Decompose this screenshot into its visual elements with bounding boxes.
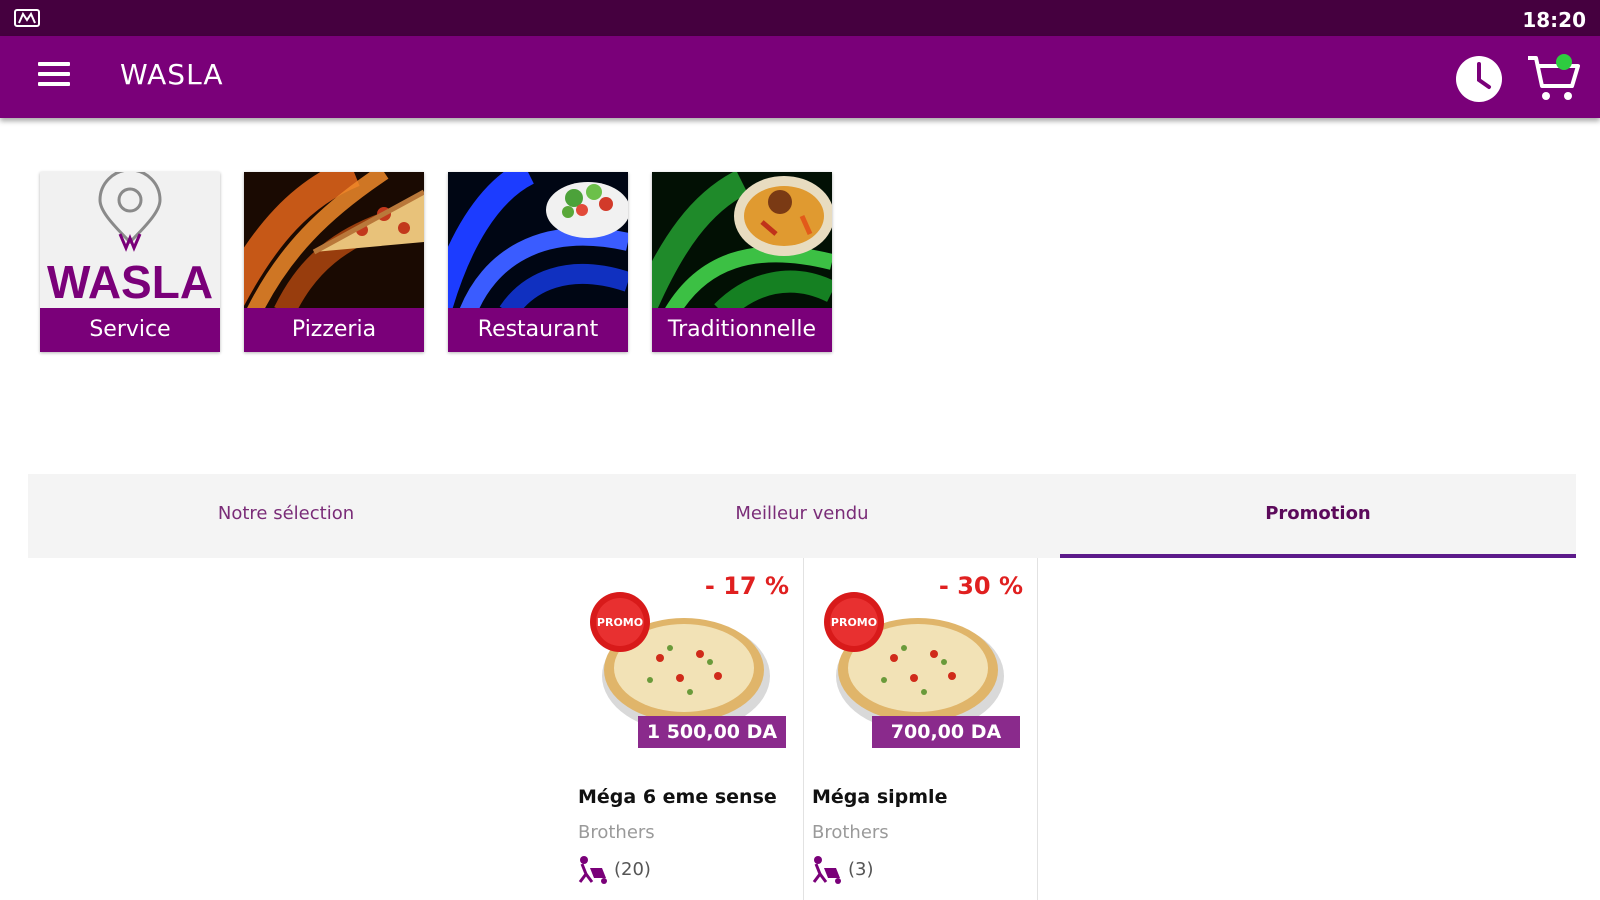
promo-badge-label: PROMO bbox=[831, 616, 877, 629]
product-brand: Brothers bbox=[812, 822, 889, 843]
status-bar: 18:20 bbox=[0, 0, 1600, 36]
menu-icon[interactable] bbox=[38, 62, 70, 92]
delivery-scooter-icon bbox=[578, 856, 607, 884]
category-service[interactable]: WASLA Service bbox=[40, 172, 220, 352]
salad-bowl-icon bbox=[448, 172, 628, 308]
delivery-scooter-icon bbox=[812, 856, 841, 884]
status-time: 18:20 bbox=[1522, 8, 1586, 32]
pizza-slice-icon bbox=[244, 172, 424, 308]
tab-bar: Notre sélection Meilleur vendu Promotion bbox=[28, 474, 1576, 558]
tab-meilleur-vendu[interactable]: Meilleur vendu bbox=[544, 474, 1060, 558]
review-count: (20) bbox=[614, 858, 651, 880]
delivery-info: (20) bbox=[576, 854, 651, 884]
product-brand: Brothers bbox=[578, 822, 655, 843]
promo-badge-icon: PROMO bbox=[824, 592, 884, 652]
price-tag: 700,00 DA bbox=[872, 716, 1020, 748]
tab-notre-selection[interactable]: Notre sélection bbox=[28, 474, 544, 558]
product-card[interactable]: PROMO - 30 % 700,00 DA Méga sipmle Broth… bbox=[804, 558, 1038, 900]
category-traditionnelle[interactable]: Traditionnelle bbox=[652, 172, 832, 352]
category-label: Pizzeria bbox=[244, 308, 424, 352]
tab-promotion[interactable]: Promotion bbox=[1060, 474, 1576, 558]
tajine-icon bbox=[652, 172, 832, 308]
review-count: (3) bbox=[848, 858, 874, 880]
clock-icon[interactable] bbox=[1454, 54, 1504, 104]
promo-badge-label: PROMO bbox=[597, 616, 643, 629]
app-bar: WASLA bbox=[0, 36, 1600, 118]
product-name: Méga 6 eme sense bbox=[578, 786, 777, 808]
category-label: Traditionnelle bbox=[652, 308, 832, 352]
notification-icon bbox=[14, 9, 40, 27]
cart-icon[interactable] bbox=[1526, 52, 1582, 104]
delivery-info: (3) bbox=[810, 854, 874, 884]
wasla-logo-icon: WASLA bbox=[40, 172, 220, 308]
category-pizzeria[interactable]: Pizzeria bbox=[244, 172, 424, 352]
product-grid: PROMO - 17 % 1 500,00 DA Méga 6 eme sens… bbox=[0, 558, 1600, 900]
product-name: Méga sipmle bbox=[812, 786, 948, 808]
category-label: Restaurant bbox=[448, 308, 628, 352]
product-card[interactable]: PROMO - 17 % 1 500,00 DA Méga 6 eme sens… bbox=[570, 558, 804, 900]
app-title: WASLA bbox=[120, 58, 224, 91]
discount-label: - 30 % bbox=[938, 572, 1023, 600]
category-logo-text: WASLA bbox=[47, 256, 213, 308]
discount-label: - 17 % bbox=[704, 572, 789, 600]
cart-notification-dot bbox=[1556, 54, 1572, 70]
price-tag: 1 500,00 DA bbox=[638, 716, 786, 748]
category-label: Service bbox=[40, 308, 220, 352]
category-restaurant[interactable]: Restaurant bbox=[448, 172, 628, 352]
promo-badge-icon: PROMO bbox=[590, 592, 650, 652]
